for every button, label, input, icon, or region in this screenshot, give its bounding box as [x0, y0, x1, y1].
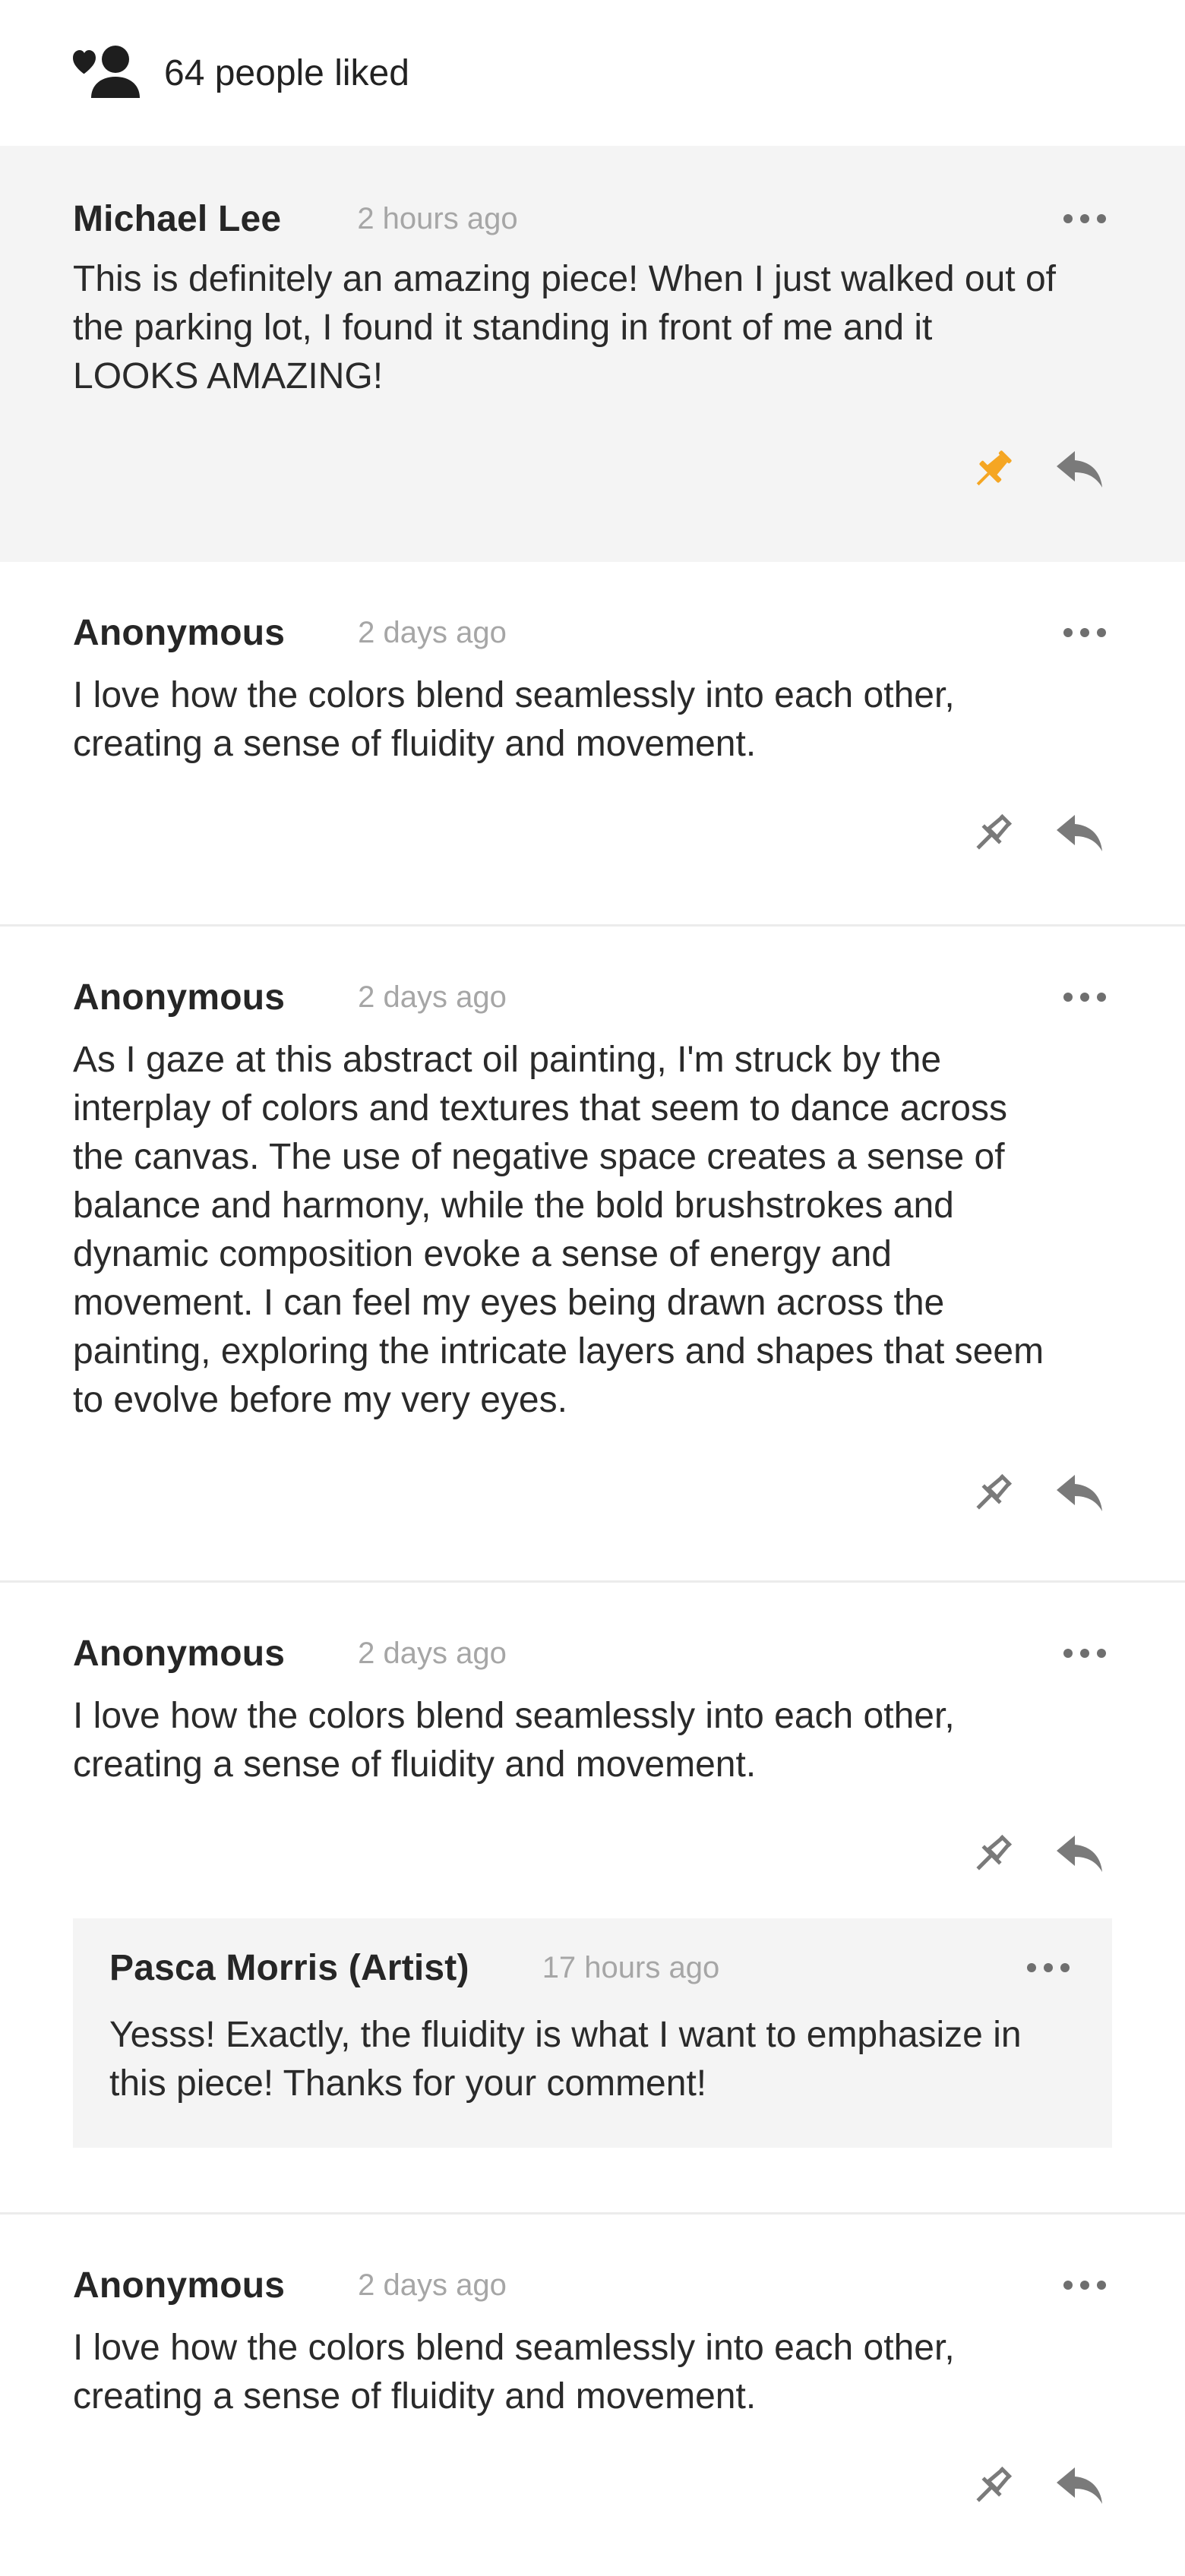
- more-options-button[interactable]: [1063, 1646, 1106, 1661]
- comment-text: I love how the colors blend seamlessly i…: [73, 1696, 955, 1785]
- reply-button[interactable]: [1053, 1466, 1106, 1520]
- more-options-button[interactable]: [1063, 990, 1106, 1005]
- comment-timestamp: 2 days ago: [358, 615, 507, 649]
- comment-actions: [73, 2421, 1112, 2550]
- more-options-button[interactable]: [1063, 2278, 1106, 2293]
- comment-item: Anonymous 2 days ago I love how the colo…: [0, 2215, 1185, 2576]
- pin-outline-icon: [976, 2466, 1013, 2502]
- reply-button[interactable]: [1053, 2459, 1106, 2512]
- person-heart-icon: [73, 46, 140, 98]
- comment-item: Michael Lee 2 hours ago This is definite…: [0, 146, 1185, 562]
- pin-icon: [976, 450, 1012, 486]
- comment-author: Anonymous: [73, 2265, 286, 2306]
- reply-timestamp: 17 hours ago: [542, 1950, 720, 1984]
- likes-bar[interactable]: 64 people liked: [0, 0, 1185, 146]
- comment-author: Anonymous: [73, 1633, 286, 1674]
- reply-author: Pasca Morris (Artist): [109, 1947, 469, 1988]
- comment-author: Michael Lee: [73, 198, 282, 239]
- comment-text: I love how the colors blend seamlessly i…: [73, 2328, 955, 2417]
- comment-text: As I gaze at this abstract oil painting,…: [73, 1040, 1044, 1420]
- reply-button[interactable]: [1053, 807, 1106, 860]
- reply-icon: [1057, 451, 1102, 488]
- comment-text: This is definitely an amazing piece! Whe…: [73, 259, 1056, 396]
- more-options-button[interactable]: [1063, 211, 1106, 226]
- comment-actions: [73, 401, 1112, 538]
- more-options-button[interactable]: [1063, 625, 1106, 640]
- comment-timestamp: 2 hours ago: [357, 201, 518, 235]
- pin-button[interactable]: [966, 443, 1019, 496]
- pin-button[interactable]: [966, 1827, 1019, 1880]
- reply-header: Pasca Morris (Artist) 17 hours ago: [109, 1918, 1070, 2017]
- reply-button[interactable]: [1053, 443, 1106, 496]
- comment-author: Anonymous: [73, 977, 286, 1018]
- comment-actions: [73, 1425, 1112, 1561]
- reply-text: Yesss! Exactly, the fluidity is what I w…: [109, 2015, 1022, 2104]
- artist-reply: Pasca Morris (Artist) 17 hours ago Yesss…: [73, 1918, 1112, 2148]
- comment-author: Anonymous: [73, 612, 286, 653]
- comment-actions: [73, 1789, 1112, 1918]
- pin-button[interactable]: [966, 807, 1019, 860]
- comment-item: Anonymous 2 days ago I love how the colo…: [0, 1583, 1185, 2215]
- pin-outline-icon: [976, 813, 1013, 850]
- reply-icon: [1057, 2467, 1102, 2504]
- pin-outline-icon: [976, 1473, 1013, 1510]
- reply-icon: [1057, 1475, 1102, 1511]
- reply-icon: [1057, 815, 1102, 851]
- comment-timestamp: 2 days ago: [358, 980, 507, 1014]
- likes-count: 64 people liked: [164, 52, 409, 93]
- reply-button[interactable]: [1053, 1827, 1106, 1880]
- pin-button[interactable]: [966, 1466, 1019, 1520]
- reply-icon: [1057, 1836, 1102, 1872]
- comment-actions: [73, 769, 1112, 898]
- pin-outline-icon: [976, 1834, 1013, 1870]
- comment-item: Anonymous 2 days ago As I gaze at this a…: [0, 927, 1185, 1583]
- comment-text: I love how the colors blend seamlessly i…: [73, 675, 955, 764]
- more-options-button[interactable]: [1027, 1960, 1070, 1975]
- pin-button[interactable]: [966, 2459, 1019, 2512]
- comment-timestamp: 2 days ago: [358, 1636, 507, 1670]
- comment-timestamp: 2 days ago: [358, 2268, 507, 2302]
- comment-item: Anonymous 2 days ago I love how the colo…: [0, 562, 1185, 927]
